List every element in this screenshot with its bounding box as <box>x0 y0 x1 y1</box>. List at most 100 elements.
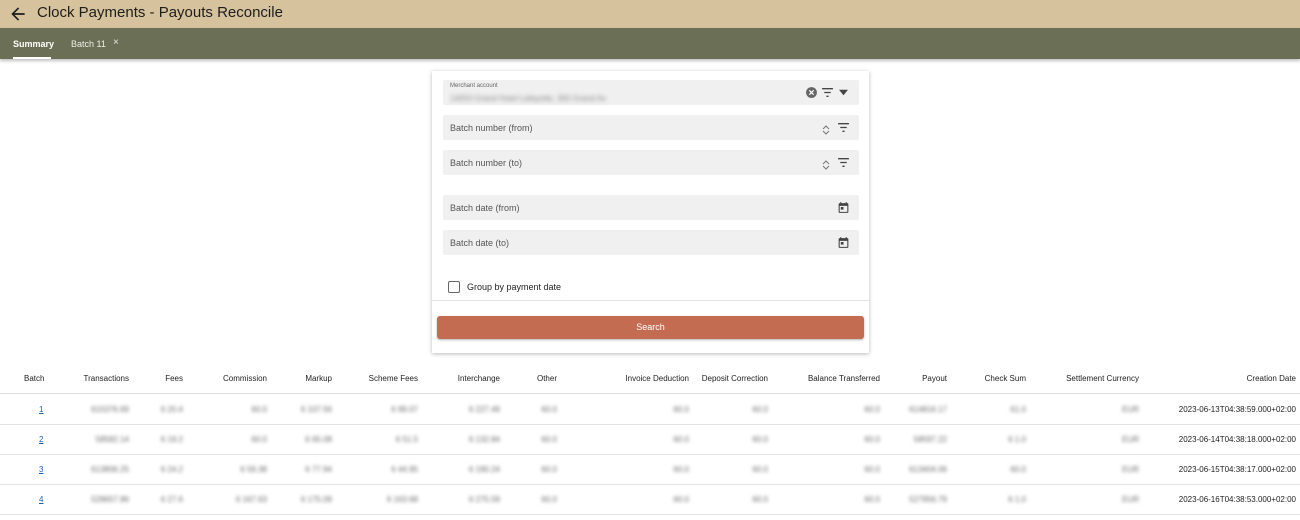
filter-icon[interactable] <box>837 157 850 168</box>
cell-payout: 58597.22 <box>913 435 947 444</box>
batch-link[interactable]: 4 <box>39 495 43 504</box>
page-title: Clock Payments - Payouts Reconcile <box>37 4 283 21</box>
cell-transactions: 613806.25 <box>91 465 129 474</box>
column-header-scheme-fees[interactable]: Scheme Fees <box>369 374 418 383</box>
cell-creation-date: 2023-06-14T04:38:18.000+02:00 <box>1178 435 1296 444</box>
column-header-invoice-deduction[interactable]: Invoice Deduction <box>625 374 689 383</box>
column-header-payout[interactable]: Payout <box>922 374 947 383</box>
cell-deposit-correction: 60.0 <box>752 465 768 474</box>
group-by-payment-date-checkbox[interactable] <box>448 281 460 293</box>
cell-other: 60.0 <box>541 435 557 444</box>
cell-settlement-currency: EUR <box>1122 405 1139 414</box>
tab-bar: Summary Batch 11 × <box>0 28 1300 59</box>
cell-transactions: 58582.14 <box>95 435 129 444</box>
batch-number-from-input[interactable]: Batch number (from) <box>443 115 859 140</box>
batch-date-to-label: Batch date (to) <box>450 238 510 248</box>
number-spinner-icon[interactable] <box>822 124 830 136</box>
active-tab-indicator <box>13 57 51 59</box>
column-header-batch[interactable]: Batch <box>24 374 44 383</box>
tab-close-icon[interactable]: × <box>113 37 119 48</box>
filter-icon[interactable] <box>821 87 834 98</box>
cell-payout: 614816.17 <box>909 405 947 414</box>
tab-summary[interactable]: Summary <box>13 38 54 50</box>
cell-check-sum: 61.0 <box>1010 405 1026 414</box>
cell-check-sum: 6 1.0 <box>1008 435 1026 444</box>
cell-scheme-fees: 6 51.5 <box>395 435 418 444</box>
cell-fees: 6 24.2 <box>160 465 183 474</box>
cell-fees: 6 20.4 <box>160 405 183 414</box>
cell-markup: 6 175.09 <box>300 495 332 504</box>
cell-balance-transferred: 60.0 <box>864 465 880 474</box>
column-header-transactions[interactable]: Transactions <box>84 374 130 383</box>
column-header-balance-transferred[interactable]: Balance Transferred <box>808 374 880 383</box>
cell-scheme-fees: 6 44.95 <box>391 465 418 474</box>
cell-markup: 6 107.56 <box>300 405 332 414</box>
column-header-commission[interactable]: Commission <box>223 374 267 383</box>
cell-settlement-currency: EUR <box>1122 435 1139 444</box>
batch-number-from-label: Batch number (from) <box>450 123 533 133</box>
merchant-account-label: Merchant account <box>450 83 498 89</box>
cell-payout: 527956.79 <box>909 495 947 504</box>
calendar-icon[interactable] <box>837 236 850 249</box>
form-divider <box>432 300 869 301</box>
arrow-left-icon[interactable] <box>8 4 28 24</box>
cell-invoice-deduction: 60.0 <box>673 495 689 504</box>
column-header-markup[interactable]: Markup <box>305 374 332 383</box>
column-header-deposit-correction[interactable]: Deposit Correction <box>702 374 768 383</box>
column-header-settlement-currency[interactable]: Settlement Currency <box>1066 374 1139 383</box>
cell-payout: 613404.06 <box>909 465 947 474</box>
cell-balance-transferred: 60.0 <box>864 495 880 504</box>
cell-deposit-correction: 60.0 <box>752 405 768 414</box>
table-row: 3 613806.25 6 24.2 6 59.38 6 77.94 6 44.… <box>0 454 1300 485</box>
column-header-interchange[interactable]: Interchange <box>458 374 500 383</box>
search-button[interactable]: Search <box>437 316 864 339</box>
caret-down-icon[interactable] <box>839 89 848 96</box>
merchant-account-value: 14053 Grand Hotel Lafayette, 360 Grand A… <box>450 94 606 103</box>
clear-circle-icon[interactable] <box>805 86 818 99</box>
cell-interchange: 6 227.49 <box>468 405 500 414</box>
cell-settlement-currency: EUR <box>1122 465 1139 474</box>
cell-check-sum: 6 1.0 <box>1008 495 1026 504</box>
cell-invoice-deduction: 60.0 <box>673 405 689 414</box>
batch-link[interactable]: 2 <box>39 435 43 444</box>
cell-balance-transferred: 60.0 <box>864 435 880 444</box>
merchant-account-select[interactable]: Merchant account 14053 Grand Hotel Lafay… <box>443 80 859 105</box>
filter-icon[interactable] <box>837 122 850 133</box>
cell-fees: 6 19.2 <box>160 435 183 444</box>
cell-other: 60.0 <box>541 405 557 414</box>
column-header-other[interactable]: Other <box>537 374 557 383</box>
cell-commission: 60.0 <box>251 405 267 414</box>
cell-deposit-correction: 60.0 <box>752 495 768 504</box>
tab-batch-11[interactable]: Batch 11 <box>71 38 106 50</box>
cell-settlement-currency: EUR <box>1122 495 1139 504</box>
calendar-icon[interactable] <box>837 201 850 214</box>
cell-scheme-fees: 6 99.07 <box>391 405 418 414</box>
table-row: 2 58582.14 6 19.2 60.0 6 65.08 6 51.5 6 … <box>0 424 1300 455</box>
column-header-fees[interactable]: Fees <box>165 374 183 383</box>
number-spinner-icon[interactable] <box>822 159 830 171</box>
cell-creation-date: 2023-06-15T04:38:17.000+02:00 <box>1178 465 1296 474</box>
cell-interchange: 6 190.24 <box>468 465 500 474</box>
batch-link[interactable]: 1 <box>39 405 43 414</box>
cell-transactions: 615376.69 <box>91 405 129 414</box>
cell-invoice-deduction: 60.0 <box>673 435 689 444</box>
column-header-creation-date[interactable]: Creation Date <box>1247 374 1296 383</box>
batch-number-to-input[interactable]: Batch number (to) <box>443 150 859 175</box>
batch-link[interactable]: 3 <box>39 465 43 474</box>
cell-markup: 6 77.94 <box>305 465 332 474</box>
cell-commission: 6 167.63 <box>235 495 267 504</box>
cell-creation-date: 2023-06-16T04:38:53.000+02:00 <box>1178 495 1296 504</box>
batch-date-to-input[interactable]: Batch date (to) <box>443 230 859 255</box>
cell-other: 60.0 <box>541 465 557 474</box>
cell-invoice-deduction: 60.0 <box>673 465 689 474</box>
column-header-check-sum[interactable]: Check Sum <box>985 374 1026 383</box>
cell-transactions: 528657.86 <box>91 495 129 504</box>
cell-fees: 6 27.6 <box>160 495 183 504</box>
batch-date-from-input[interactable]: Batch date (from) <box>443 195 859 220</box>
cell-scheme-fees: 6 163.68 <box>386 495 418 504</box>
batch-number-to-label: Batch number (to) <box>450 158 523 168</box>
cell-check-sum: 60.0 <box>1010 465 1026 474</box>
cell-deposit-correction: 60.0 <box>752 435 768 444</box>
cell-commission: 60.0 <box>251 435 267 444</box>
cell-other: 60.0 <box>541 495 557 504</box>
